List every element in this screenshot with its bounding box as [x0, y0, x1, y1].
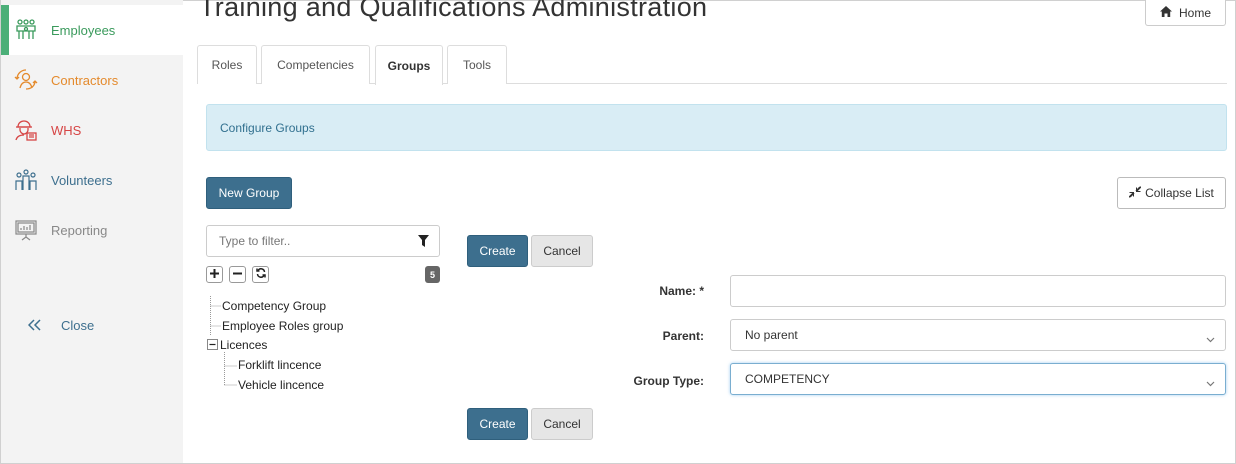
- collapse-list-label: Collapse List: [1145, 186, 1214, 200]
- tab-tools[interactable]: Tools: [447, 45, 507, 84]
- sidebar-item-label: WHS: [51, 122, 82, 138]
- collapse-all-button[interactable]: [229, 266, 246, 283]
- sidebar-item-label: Employees: [51, 22, 116, 38]
- volunteers-icon: [14, 168, 38, 192]
- tree-node-vehicle-licence[interactable]: Vehicle lincence: [238, 376, 324, 394]
- tree-node-label: Employee Roles group: [222, 319, 344, 333]
- tab-bar: Roles Competencies Groups Tools: [197, 45, 1227, 85]
- parent-label: Parent:: [662, 329, 704, 343]
- new-group-button[interactable]: New Group: [206, 177, 292, 209]
- sidebar-item-employees[interactable]: Employees: [1, 5, 183, 55]
- group-type-select-value: COMPETENCY: [745, 372, 830, 386]
- filter-input[interactable]: [217, 233, 407, 249]
- sidebar: Employees Contractors WHS Volunteers Rep…: [1, 0, 183, 463]
- plus-icon: [210, 268, 219, 281]
- double-chevron-left-icon: [23, 313, 47, 337]
- tab-competencies[interactable]: Competencies: [261, 45, 370, 84]
- parent-select[interactable]: No parent: [730, 319, 1226, 351]
- close-label: Close: [61, 317, 95, 333]
- collapse-list-button[interactable]: Collapse List: [1117, 177, 1226, 209]
- tree-node-label: Forklift lincence: [238, 358, 322, 372]
- sidebar-item-label: Volunteers: [51, 172, 113, 188]
- contractors-icon: [14, 68, 38, 92]
- tree-collapse-icon[interactable]: [207, 339, 218, 351]
- sidebar-close-button[interactable]: Close: [1, 300, 183, 350]
- employees-icon: [14, 18, 38, 42]
- reporting-icon: [14, 218, 38, 242]
- tree-node-competency-group[interactable]: Competency Group: [222, 297, 326, 315]
- sidebar-item-label: Contractors: [51, 72, 119, 88]
- home-button[interactable]: Home: [1145, 0, 1226, 26]
- name-input[interactable]: [730, 275, 1226, 307]
- chevron-down-icon: [1206, 332, 1215, 346]
- banner-text: Configure Groups: [220, 120, 315, 135]
- create-button-top[interactable]: Create: [467, 235, 528, 267]
- tab-label: Tools: [462, 58, 491, 72]
- tree-filter: [206, 225, 440, 257]
- sidebar-item-label: Reporting: [51, 222, 108, 238]
- tab-label: Groups: [387, 58, 431, 73]
- refresh-button[interactable]: [252, 266, 269, 283]
- tree-node-label: Licences: [220, 338, 268, 352]
- filter-icon[interactable]: [418, 235, 429, 250]
- tab-label: Roles: [211, 58, 243, 72]
- home-label: Home: [1178, 5, 1211, 20]
- name-label: Name: *: [659, 284, 704, 298]
- tree-node-forklift-licence[interactable]: Forklift lincence: [238, 356, 321, 374]
- tree-node-licences[interactable]: Licences: [207, 336, 267, 354]
- tree-node-label: Competency Group: [222, 299, 327, 313]
- whs-icon: [14, 118, 38, 142]
- info-banner: Configure Groups: [206, 104, 1227, 151]
- sidebar-item-volunteers[interactable]: Volunteers: [1, 155, 183, 205]
- refresh-icon: [255, 268, 266, 281]
- cancel-button-bottom[interactable]: Cancel: [531, 408, 593, 440]
- chevron-down-icon: [1206, 376, 1215, 390]
- tab-groups[interactable]: Groups: [375, 45, 443, 85]
- tab-label: Competencies: [277, 58, 354, 72]
- home-icon: [1159, 5, 1172, 20]
- tree-node-label: Vehicle lincence: [238, 378, 325, 392]
- cancel-button-top[interactable]: Cancel: [531, 235, 593, 267]
- collapse-arrows-icon: [1128, 185, 1142, 201]
- create-button-bottom[interactable]: Create: [467, 408, 528, 440]
- sidebar-item-contractors[interactable]: Contractors: [1, 55, 183, 105]
- sidebar-item-reporting[interactable]: Reporting: [1, 205, 183, 255]
- minus-icon: [233, 269, 242, 281]
- parent-select-value: No parent: [745, 328, 798, 342]
- tree-count-badge: 5: [425, 266, 440, 283]
- page-title: Training and Qualifications Administrati…: [199, 0, 708, 22]
- group-type-select[interactable]: COMPETENCY: [730, 363, 1226, 395]
- expand-all-button[interactable]: [206, 266, 223, 283]
- tree-node-employee-roles-group[interactable]: Employee Roles group: [222, 317, 343, 335]
- group-type-label: Group Type:: [633, 374, 704, 388]
- tab-roles[interactable]: Roles: [197, 45, 257, 84]
- sidebar-item-whs[interactable]: WHS: [1, 105, 183, 155]
